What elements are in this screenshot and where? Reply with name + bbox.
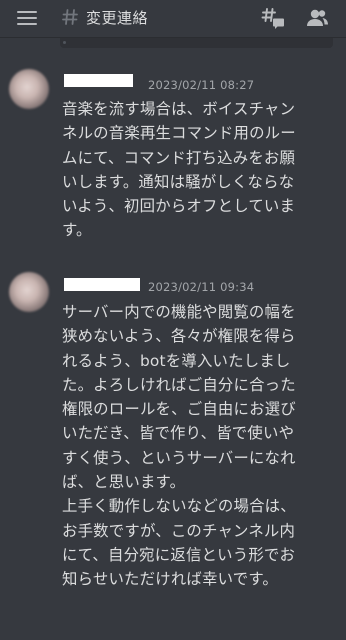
message-timestamp: 2023/02/11 09:34 xyxy=(148,280,255,294)
threads-icon[interactable] xyxy=(261,6,285,30)
author-name-redacted[interactable] xyxy=(64,74,133,87)
hash-icon xyxy=(62,9,78,25)
channel-header: 変更連絡 xyxy=(0,0,346,38)
previous-message-embed-edge xyxy=(60,38,333,48)
message-content: サーバー内での機能や閲覧の幅を 狭めないよう、各々が権限を得ら れるよう、bot… xyxy=(62,303,296,589)
hamburger-menu-icon[interactable] xyxy=(17,10,37,26)
channel-name: 変更連絡 xyxy=(86,9,149,27)
avatar[interactable] xyxy=(9,272,49,312)
message-content: 音楽を流す場合は、ボイスチャン ネルの音楽再生コマンド用のルー ムにて、コマンド… xyxy=(62,100,296,240)
avatar[interactable] xyxy=(9,69,49,109)
members-icon[interactable] xyxy=(305,6,329,30)
chat-screen: 変更連絡 2023/02/11 08:27 音楽を流す場合は、ボイスチャン ネル… xyxy=(0,0,346,640)
author-name-redacted[interactable] xyxy=(64,278,140,291)
message-timestamp: 2023/02/11 08:27 xyxy=(148,78,255,92)
